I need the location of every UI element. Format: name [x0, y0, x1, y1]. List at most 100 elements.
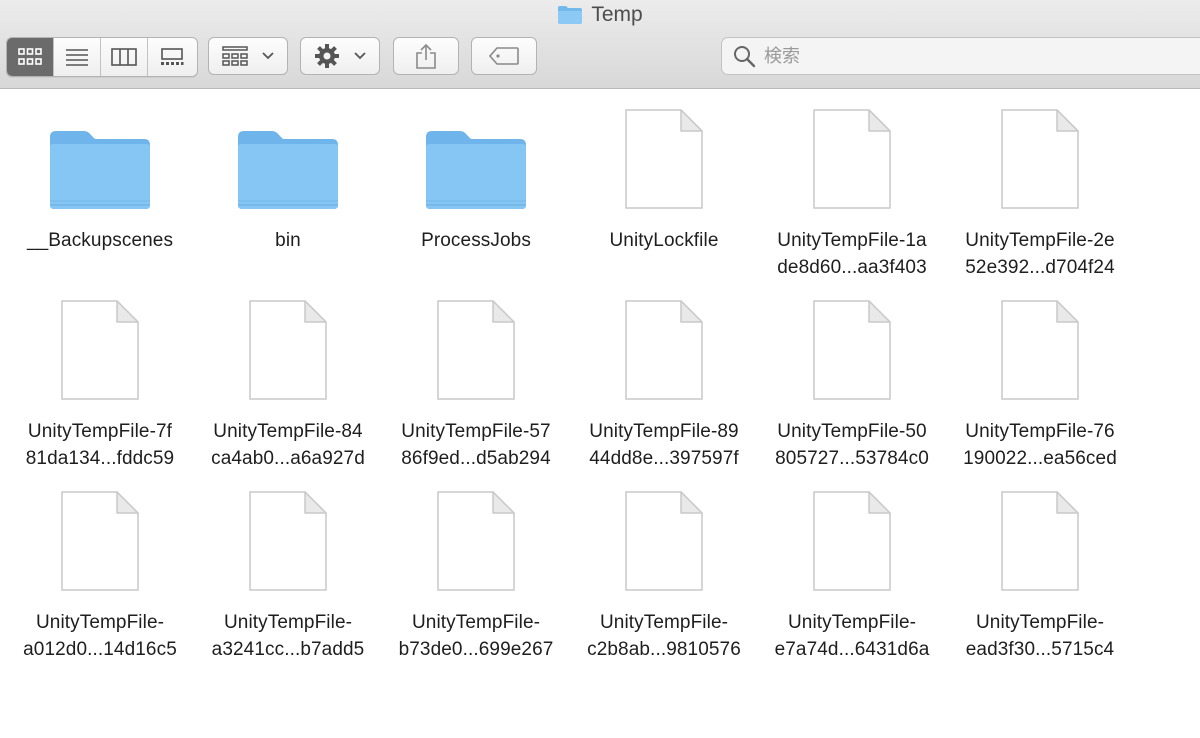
item-name-line1: UnityTempFile-76 — [965, 421, 1115, 442]
file-item[interactable]: UnityLockfile — [570, 93, 758, 254]
item-name-line1: UnityLockfile — [609, 230, 719, 251]
item-name-line2: 190022...ea56ced — [963, 448, 1117, 469]
file-item[interactable]: UnityTempFile-e7a74d...6431d6a — [758, 475, 946, 663]
item-name: UnityTempFile-b73de0...699e267 — [382, 609, 570, 663]
item-name-line2: 52e392...d704f24 — [965, 257, 1115, 278]
item-name: __Backupscenes — [6, 227, 194, 254]
tag-icon — [489, 47, 519, 65]
window-title: Temp — [591, 3, 643, 26]
item-name-line1: UnityTempFile-2e — [965, 230, 1115, 251]
item-name-line1: UnityTempFile-89 — [589, 421, 739, 442]
item-name-line1: UnityTempFile-1a — [777, 230, 927, 251]
item-name-line2: a3241cc...b7add5 — [211, 639, 365, 660]
item-name-line2: a012d0...14d16c5 — [23, 639, 177, 660]
item-name-line1: UnityTempFile- — [599, 612, 729, 633]
file-item[interactable]: UnityTempFile-7f 81da134...fddc59 — [6, 284, 194, 472]
item-name: UnityLockfile — [570, 227, 758, 254]
gallery-view-icon — [160, 48, 183, 65]
item-name: UnityTempFile-89 44dd8e...397597f — [570, 418, 758, 472]
file-item[interactable]: UnityTempFile-89 44dd8e...397597f — [570, 284, 758, 472]
group-button[interactable] — [208, 37, 288, 75]
item-name-line1: UnityTempFile- — [223, 612, 353, 633]
item-name-line2: ead3f30...5715c4 — [965, 639, 1115, 660]
folder-item[interactable]: bin — [194, 93, 382, 254]
list-view-button[interactable] — [54, 38, 101, 76]
file-item[interactable]: UnityTempFile-a012d0...14d16c5 — [6, 475, 194, 663]
folder-icon — [382, 93, 570, 211]
item-name: UnityTempFile-50 805727...53784c0 — [758, 418, 946, 472]
item-name-line1: UnityTempFile- — [35, 612, 165, 633]
item-name: UnityTempFile-1a de8d60...aa3f403 — [758, 227, 946, 281]
document-icon — [570, 475, 758, 593]
item-name-line1: UnityTempFile-50 — [777, 421, 927, 442]
document-icon — [758, 284, 946, 402]
icon-view-button[interactable] — [7, 38, 54, 76]
icon-view-icon — [18, 48, 42, 65]
chevron-down-icon — [354, 52, 366, 60]
column-view-button[interactable] — [101, 38, 148, 76]
item-name-line1: UnityTempFile- — [787, 612, 917, 633]
file-item[interactable]: UnityTempFile-57 86f9ed...d5ab294 — [382, 284, 570, 472]
item-name: UnityTempFile-7f 81da134...fddc59 — [6, 418, 194, 472]
document-icon — [758, 475, 946, 593]
item-name-line1: UnityTempFile- — [975, 612, 1105, 633]
group-icon — [222, 46, 248, 66]
finder-toolbar: Temp — [0, 0, 1200, 89]
item-name-line1: __Backupscenes — [26, 230, 174, 251]
document-icon — [570, 93, 758, 211]
folder-item[interactable]: ProcessJobs — [382, 93, 570, 254]
file-item[interactable]: UnityTempFile-c2b8ab...9810576 — [570, 475, 758, 663]
item-name: UnityTempFile-c2b8ab...9810576 — [570, 609, 758, 663]
file-item[interactable]: UnityTempFile-b73de0...699e267 — [382, 475, 570, 663]
folder-icon — [557, 5, 583, 25]
file-item[interactable]: UnityTempFile-a3241cc...b7add5 — [194, 475, 382, 663]
file-grid: __Backupscenes bin ProcessJobs UnityLockfil… — [0, 89, 1200, 738]
item-name-line1: UnityTempFile-84 — [213, 421, 363, 442]
gallery-view-button[interactable] — [148, 38, 195, 76]
item-name: UnityTempFile-76 190022...ea56ced — [946, 418, 1134, 472]
document-icon — [570, 284, 758, 402]
item-name-line2: 44dd8e...397597f — [589, 448, 739, 469]
item-name-line1: UnityTempFile-7f — [27, 421, 173, 442]
folder-item[interactable]: __Backupscenes — [6, 93, 194, 254]
item-name: UnityTempFile-ead3f30...5715c4 — [946, 609, 1134, 663]
file-item[interactable]: UnityTempFile-76 190022...ea56ced — [946, 284, 1134, 472]
item-name: UnityTempFile-a3241cc...b7add5 — [194, 609, 382, 663]
search-field[interactable] — [721, 37, 1200, 75]
view-mode-control — [6, 37, 198, 77]
folder-icon — [194, 93, 382, 211]
folder-icon — [6, 93, 194, 211]
chevron-down-icon — [262, 52, 274, 60]
file-item[interactable]: UnityTempFile-1a de8d60...aa3f403 — [758, 93, 946, 281]
document-icon — [194, 475, 382, 593]
window-title-bar: Temp — [0, 2, 1200, 28]
column-view-icon — [111, 48, 137, 66]
file-item[interactable]: UnityTempFile-2e 52e392...d704f24 — [946, 93, 1134, 281]
file-item[interactable]: UnityTempFile-84 ca4ab0...a6a927d — [194, 284, 382, 472]
tags-button[interactable] — [471, 37, 537, 75]
item-name-line1: ProcessJobs — [421, 230, 531, 251]
item-name-line2: de8d60...aa3f403 — [777, 257, 927, 278]
item-name-line2: b73de0...699e267 — [398, 639, 554, 660]
document-icon — [946, 475, 1134, 593]
item-name-line2: 81da134...fddc59 — [25, 448, 175, 469]
document-icon — [382, 284, 570, 402]
document-icon — [758, 93, 946, 211]
item-name: bin — [194, 227, 382, 254]
item-name: ProcessJobs — [382, 227, 570, 254]
document-icon — [946, 284, 1134, 402]
item-name-line2: 805727...53784c0 — [775, 448, 929, 469]
action-button[interactable] — [300, 37, 380, 75]
item-name: UnityTempFile-2e 52e392...d704f24 — [946, 227, 1134, 281]
gear-icon — [315, 44, 339, 68]
item-name-line2: 86f9ed...d5ab294 — [401, 448, 551, 469]
file-item[interactable]: UnityTempFile-50 805727...53784c0 — [758, 284, 946, 472]
document-icon — [6, 475, 194, 593]
item-name: UnityTempFile-84 ca4ab0...a6a927d — [194, 418, 382, 472]
list-view-icon — [66, 49, 88, 66]
file-item[interactable]: UnityTempFile-ead3f30...5715c4 — [946, 475, 1134, 663]
search-input[interactable] — [762, 44, 1166, 68]
share-button[interactable] — [393, 37, 459, 75]
item-name: UnityTempFile-57 86f9ed...d5ab294 — [382, 418, 570, 472]
document-icon — [946, 93, 1134, 211]
